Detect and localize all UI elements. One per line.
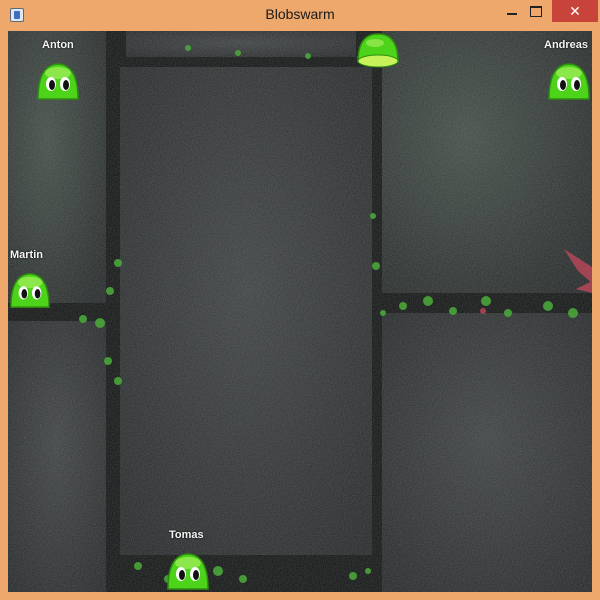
blob-sprite-tomas[interactable] (165, 551, 211, 591)
app-window: Blobswarm ✕ Anton Andreas Martin Tomas (0, 0, 600, 600)
blob-sprite-unnamed[interactable] (355, 32, 401, 70)
blob-name-label: Andreas (544, 39, 589, 51)
blob-name-label: Tomas (169, 529, 204, 541)
minimize-button[interactable] (500, 0, 524, 22)
paving-stone-background (8, 31, 592, 592)
blob-name-label: Anton (42, 39, 74, 51)
blob-sprite-anton[interactable] (35, 61, 81, 101)
blob-sprite-martin[interactable] (8, 271, 52, 309)
close-button[interactable]: ✕ (552, 0, 598, 22)
maximize-button[interactable] (522, 0, 548, 22)
title-bar[interactable]: Blobswarm ✕ (0, 0, 600, 31)
blob-sprite-andreas[interactable] (546, 61, 592, 101)
game-canvas[interactable]: Anton Andreas Martin Tomas (8, 31, 592, 592)
blob-name-label: Martin (10, 249, 43, 261)
